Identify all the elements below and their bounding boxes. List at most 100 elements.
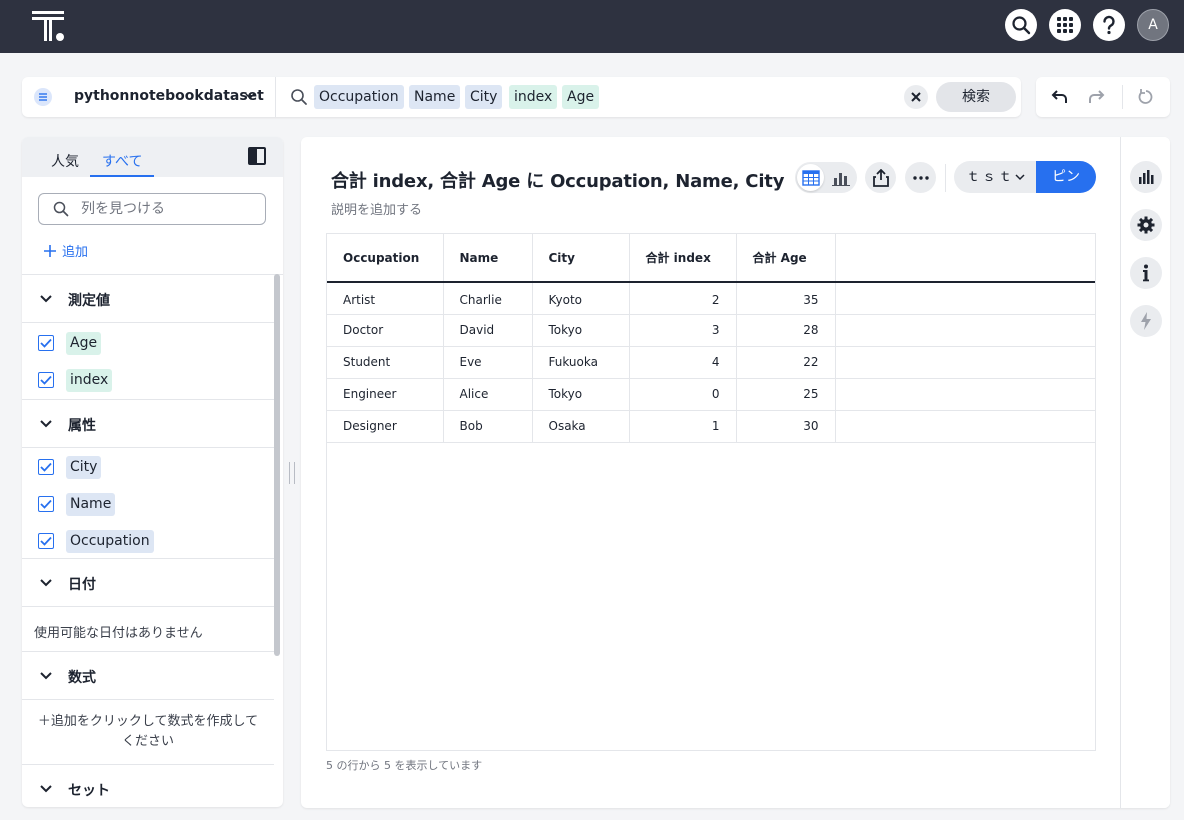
column-header-name[interactable]: Name — [443, 234, 533, 283]
search-token-city[interactable]: City — [465, 85, 503, 109]
column-header-sum-index[interactable]: 合計 index — [629, 234, 737, 283]
row-count-status: 5 の行から 5 を表示しています — [326, 759, 483, 772]
checkbox-checked[interactable] — [38, 459, 54, 475]
redo-button[interactable] — [1085, 86, 1107, 108]
table-cell[interactable]: 25 — [736, 378, 836, 411]
column-search — [38, 193, 266, 225]
column-header-city[interactable]: City — [532, 234, 630, 283]
table-row[interactable]: Artist Charlie Kyoto 2 35 — [327, 282, 1095, 315]
undo-button[interactable] — [1049, 86, 1071, 108]
chart-view-button[interactable] — [827, 164, 854, 191]
checkbox-checked[interactable] — [38, 335, 54, 351]
table-row[interactable]: Doctor David Tokyo 3 28 — [327, 314, 1095, 347]
table-cell[interactable]: Tokyo — [532, 378, 630, 411]
more-options-button[interactable] — [905, 162, 936, 193]
table-view-button[interactable] — [797, 164, 824, 191]
table-cell[interactable]: Alice — [443, 378, 533, 411]
section-measures[interactable]: 測定値 — [22, 275, 274, 323]
section-attributes[interactable]: 属性 — [22, 400, 274, 448]
column-item-age[interactable]: Age — [22, 325, 274, 362]
section-dates[interactable]: 日付 — [22, 559, 274, 607]
tab-all[interactable]: すべて — [102, 151, 142, 171]
share-button[interactable] — [865, 162, 896, 193]
pin-button[interactable]: ピン — [1036, 161, 1096, 193]
table-cell[interactable]: Designer — [327, 410, 444, 443]
table-cell[interactable]: 30 — [736, 410, 836, 443]
table-cell[interactable]: Engineer — [327, 378, 444, 411]
column-search-input[interactable] — [81, 200, 251, 218]
help-button[interactable] — [1093, 9, 1125, 41]
user-avatar[interactable]: A — [1137, 9, 1169, 41]
table-cell[interactable]: 0 — [629, 378, 737, 411]
spotiq-bolt-icon — [1141, 312, 1151, 330]
table-cell[interactable]: David — [443, 314, 533, 347]
table-row[interactable]: Designer Bob Osaka 1 30 — [327, 410, 1095, 443]
info-button[interactable] — [1130, 257, 1162, 289]
collapse-panel-icon[interactable] — [248, 147, 266, 165]
table-cell[interactable]: Osaka — [532, 410, 630, 443]
table-cell[interactable]: 4 — [629, 346, 737, 379]
table-cell[interactable]: Kyoto — [532, 282, 630, 315]
table-cell[interactable]: 28 — [736, 314, 836, 347]
table-cell[interactable]: Artist — [327, 282, 444, 315]
column-item-city[interactable]: City — [22, 449, 274, 486]
table-row[interactable]: Student Eve Fukuoka 4 22 — [327, 346, 1095, 379]
section-title: 日付 — [68, 577, 96, 593]
checkbox-checked[interactable] — [38, 372, 54, 388]
spotiq-button[interactable] — [1130, 305, 1162, 337]
tab-popular[interactable]: 人気 — [51, 151, 79, 171]
column-item-occupation[interactable]: Occupation — [22, 523, 274, 560]
column-item-index[interactable]: index — [22, 362, 274, 399]
column-item-name[interactable]: Name — [22, 486, 274, 523]
table-cell[interactable]: Tokyo — [532, 314, 630, 347]
section-title: 測定値 — [68, 293, 110, 309]
table-cell[interactable]: 2 — [629, 282, 737, 315]
search-token-index[interactable]: index — [509, 85, 558, 109]
search-token-age[interactable]: Age — [562, 85, 600, 109]
table-cell[interactable]: 3 — [629, 314, 737, 347]
column-list[interactable]: 測定値 Age index 属性 City Name Occupation 日付… — [22, 274, 283, 807]
section-formulas[interactable]: 数式 — [22, 652, 274, 700]
plus-icon — [44, 244, 56, 257]
table-cell[interactable]: Charlie — [443, 282, 533, 315]
column-header-sum-age[interactable]: 合計 Age — [736, 234, 836, 283]
search-token-name[interactable]: Name — [409, 85, 461, 109]
visualization-toggle — [795, 162, 857, 193]
answer-description[interactable]: 説明を追加する — [331, 199, 422, 218]
checkbox-checked[interactable] — [38, 496, 54, 512]
chevron-down-icon — [40, 672, 52, 680]
check-icon — [40, 499, 52, 509]
column-chip: City — [66, 456, 102, 479]
column-header-occupation[interactable]: Occupation — [327, 234, 444, 283]
add-column-button[interactable]: 追加 — [44, 241, 88, 260]
global-search-button[interactable] — [1005, 9, 1037, 41]
section-sets[interactable]: セット — [22, 765, 274, 807]
table-cell[interactable]: Student — [327, 346, 444, 379]
search-token-occupation[interactable]: Occupation — [314, 85, 404, 109]
chart-config-button[interactable] — [1130, 161, 1162, 193]
datasource-selector[interactable]: pythonnotebookdataset — [74, 88, 264, 104]
chevron-down-icon[interactable] — [244, 90, 256, 102]
liveboard-selector[interactable]: ｔｓｔ — [954, 161, 1038, 193]
table-row[interactable]: Engineer Alice Tokyo 0 25 — [327, 378, 1095, 411]
app-logo[interactable] — [30, 9, 70, 43]
column-chip: Age — [66, 332, 102, 355]
chart-config-icon — [1139, 170, 1154, 184]
search-button[interactable]: 検索 — [936, 82, 1016, 112]
settings-button[interactable] — [1130, 209, 1162, 241]
datasource-icon — [34, 88, 52, 106]
reset-button[interactable] — [1135, 86, 1157, 108]
table-cell[interactable]: Bob — [443, 410, 533, 443]
apps-menu-button[interactable] — [1049, 9, 1081, 41]
clear-search-button[interactable] — [904, 85, 928, 109]
scrollbar[interactable] — [274, 274, 280, 656]
checkbox-checked[interactable] — [38, 533, 54, 549]
panel-resize-handle[interactable] — [289, 462, 295, 484]
table-cell[interactable]: 22 — [736, 346, 836, 379]
table-cell[interactable]: Doctor — [327, 314, 444, 347]
table-cell[interactable]: 35 — [736, 282, 836, 315]
table-cell[interactable]: Eve — [443, 346, 533, 379]
answer-title[interactable]: 合計 index, 合計 Age に Occupation, Name, Cit… — [331, 167, 784, 193]
table-cell[interactable]: 1 — [629, 410, 737, 443]
table-cell[interactable]: Fukuoka — [532, 346, 630, 379]
